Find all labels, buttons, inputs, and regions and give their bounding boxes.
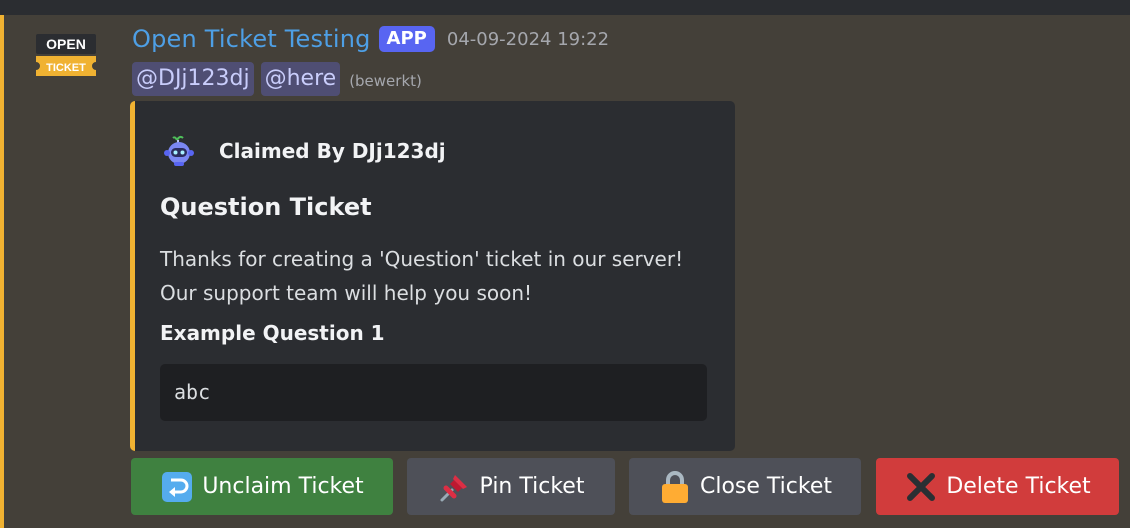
pin-ticket-label: Pin Ticket <box>479 474 585 499</box>
close-ticket-label: Close Ticket <box>699 474 832 499</box>
embed-description-line: Our support team will help you soon! <box>160 281 533 305</box>
channel-top-edge <box>0 0 1130 15</box>
unclaim-ticket-label: Unclaim Ticket <box>202 474 364 499</box>
bot-avatar[interactable]: OPEN TICKET <box>34 32 98 80</box>
embed-author-name: Claimed By DJj123dj <box>219 139 446 163</box>
ticket-embed: Claimed By DJj123dj Question Ticket Than… <box>130 101 735 451</box>
embed-description-line: Thanks for creating a 'Question' ticket … <box>160 247 684 271</box>
mention-highlight-bar <box>0 15 4 528</box>
author-name[interactable]: Open Ticket Testing <box>132 25 371 53</box>
pin-ticket-button[interactable]: Pin Ticket <box>407 458 615 515</box>
close-ticket-button[interactable]: Close Ticket <box>629 458 861 515</box>
edited-label: (bewerkt) <box>349 72 422 90</box>
message-timestamp[interactable]: 04-09-2024 19:22 <box>447 29 609 50</box>
chat-message: OPEN TICKET Open Ticket Testing APP 04-0… <box>0 15 1130 528</box>
cross-mark-icon <box>904 470 938 504</box>
delete-ticket-label: Delete Ticket <box>946 474 1091 499</box>
app-badge: APP <box>378 26 435 52</box>
delete-ticket-button[interactable]: Delete Ticket <box>876 458 1119 515</box>
embed-author: Claimed By DJj123dj <box>163 135 446 167</box>
unclaim-ticket-button[interactable]: Unclaim Ticket <box>131 458 393 515</box>
embed-field-name: Example Question 1 <box>160 321 385 345</box>
lock-icon <box>658 470 692 504</box>
message-content: @DJj123dj @here (bewerkt) <box>132 61 422 97</box>
message-header: Open Ticket Testing APP 04-09-2024 19:22 <box>132 24 609 54</box>
robot-avatar-icon <box>163 135 195 167</box>
svg-text:TICKET: TICKET <box>46 62 86 74</box>
pushpin-icon <box>438 470 472 504</box>
leftwards-arrow-icon <box>160 470 194 504</box>
embed-title: Question Ticket <box>160 193 372 221</box>
svg-text:OPEN: OPEN <box>46 36 86 52</box>
embed-description: Thanks for creating a 'Question' ticket … <box>160 242 730 310</box>
here-mention[interactable]: @here <box>260 62 341 96</box>
embed-field-value: abc <box>160 364 707 421</box>
user-mention[interactable]: @DJj123dj <box>132 62 254 96</box>
